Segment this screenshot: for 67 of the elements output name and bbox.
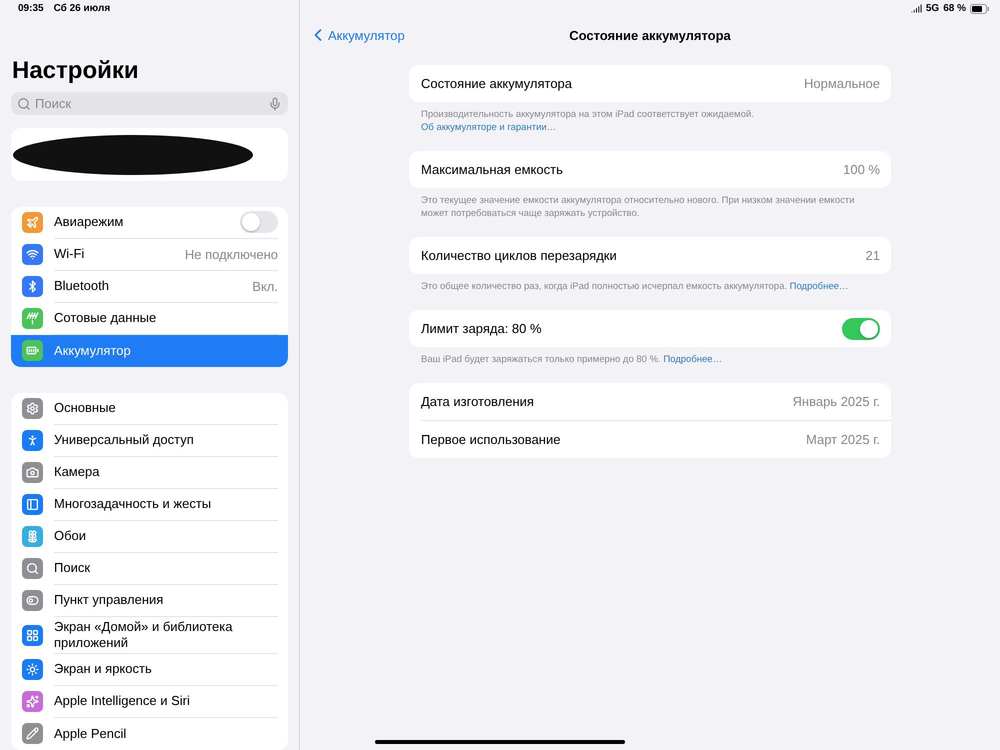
sidebar-item[interactable]: Аккумулятор — [11, 334, 288, 367]
row-value: 100 % — [843, 162, 880, 177]
toggle-icon — [22, 590, 43, 612]
back-button[interactable]: Аккумулятор — [308, 25, 405, 45]
bluetooth-icon — [22, 276, 43, 298]
sidebar-item[interactable]: Wi-Fi Не подключено — [11, 238, 288, 271]
more-link[interactable]: Подробнее… — [790, 281, 848, 292]
sidebar-item[interactable]: Экран «Домой» и библиотека приложений — [11, 616, 288, 654]
item-value: Не подключено — [184, 246, 278, 262]
sidebar-title: Настройки — [12, 56, 140, 86]
item-value: Вкл. — [252, 278, 278, 294]
section-footer: Это общее количество раз, когда iPad полностью исчерпал емкость аккумулятора. Подробнее… — [421, 280, 879, 293]
sidebar-item[interactable]: Основные — [11, 392, 288, 425]
antenna-icon — [22, 308, 43, 330]
row-value: 21 — [866, 248, 880, 263]
search-icon — [22, 558, 43, 580]
row-value: Январь 2025 г. — [792, 394, 880, 409]
profile-card[interactable] — [11, 128, 288, 181]
sidebar-item[interactable]: Поиск — [11, 552, 288, 585]
battery-percent: 68 % — [943, 3, 966, 14]
toggle-switch[interactable] — [842, 318, 880, 340]
search-icon — [17, 96, 31, 111]
battery-icon — [22, 340, 43, 362]
microphone-icon[interactable] — [268, 96, 282, 111]
section-footer: Это текущее значение емкости аккумулятора относительно нового. При низком значении емкости может потребоваться чаще заряжать устройство. — [421, 194, 879, 220]
flower-icon — [22, 526, 43, 548]
toggle-switch[interactable] — [240, 211, 278, 234]
person-icon — [22, 430, 43, 452]
status-time: 09:35 — [18, 2, 44, 14]
pencil-icon — [22, 723, 43, 744]
row-value: Март 2025 г. — [806, 432, 880, 447]
row-label: Количество циклов перезарядки — [421, 248, 618, 264]
battery-icon — [970, 4, 990, 14]
status-date: Сб 26 июля — [54, 2, 110, 14]
row-label: Максимальная емкость — [421, 162, 564, 178]
more-link[interactable]: Об аккумуляторе и гарантии… — [421, 122, 556, 133]
row-label: Лимит заряда: 80 % — [421, 320, 543, 336]
sidebar-item[interactable]: Камера — [11, 456, 288, 489]
back-label[interactable]: Аккумулятор — [328, 28, 405, 42]
grid-icon — [22, 624, 43, 646]
sidebar-item[interactable]: Многозадачность и жесты — [11, 488, 288, 521]
sidebar-item[interactable]: Обои — [11, 520, 288, 553]
camera-icon — [22, 462, 43, 484]
sidebar-item[interactable]: Универсальный доступ — [11, 424, 288, 457]
sun-icon — [22, 659, 43, 680]
search-input[interactable]: Поиск — [35, 96, 264, 112]
sidebar-item[interactable]: Экран и яркость — [11, 654, 288, 686]
sidebar-item[interactable]: Авиарежим — [11, 206, 288, 239]
sidebar-item[interactable]: Пункт управления — [11, 584, 288, 617]
gear-icon — [22, 398, 43, 420]
sidebar-item[interactable]: Apple Intelligence и Siri — [11, 686, 288, 718]
row-value: Нормальное — [804, 76, 880, 91]
search-field[interactable]: Поиск — [11, 92, 288, 116]
row-label: Дата изготовления — [421, 394, 535, 410]
section-footer: Ваш iPad будет заряжаться только примерно до 80 %. Подробнее… — [421, 353, 879, 366]
row-label: Первое использование — [421, 432, 562, 448]
plane-icon — [22, 212, 43, 234]
section-footer: Производительность аккумулятора на этом iPad соответствует ожидаемой. Об аккумуляторе и гарантии… — [421, 108, 879, 134]
network-type: 5G — [926, 3, 940, 14]
sidebar-item[interactable]: Bluetooth Вкл. — [11, 270, 288, 303]
sidebar-item[interactable]: Apple Pencil — [11, 718, 288, 750]
row-label: Состояние аккумулятора — [421, 76, 574, 92]
page-title: Состояние аккумулятора — [569, 28, 731, 42]
panels-icon — [22, 494, 43, 516]
more-link[interactable]: Подробнее… — [663, 354, 722, 365]
sparkles-icon — [22, 691, 43, 712]
wifi-icon — [22, 244, 43, 266]
